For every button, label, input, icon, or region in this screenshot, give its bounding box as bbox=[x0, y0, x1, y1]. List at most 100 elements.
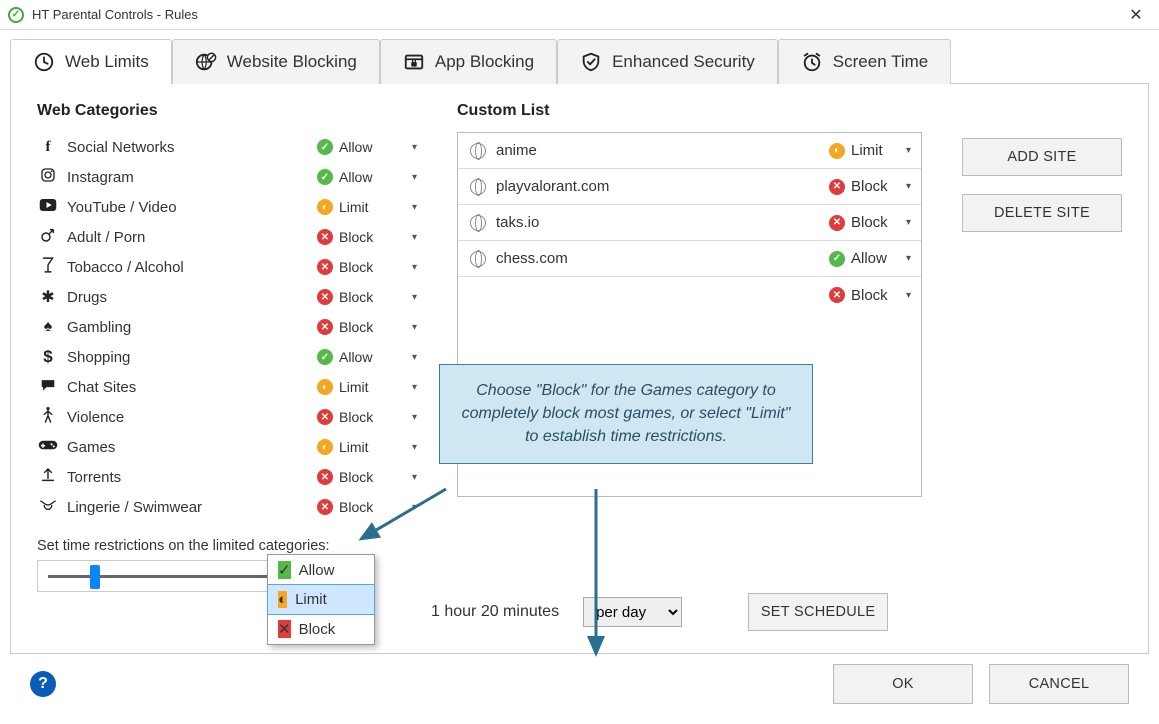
state-label: Block bbox=[851, 214, 888, 231]
block-icon: ✕ bbox=[829, 287, 845, 303]
alarm-icon bbox=[801, 51, 823, 73]
category-label: Gambling bbox=[59, 319, 317, 336]
tab-label: Enhanced Security bbox=[612, 52, 755, 72]
chevron-down-icon: ▾ bbox=[412, 412, 417, 423]
category-label: Drugs bbox=[59, 289, 317, 306]
ok-button[interactable]: OK bbox=[833, 664, 973, 704]
tab-web-limits[interactable]: Web Limits bbox=[10, 39, 172, 84]
tab-app-blocking[interactable]: App Blocking bbox=[380, 39, 557, 84]
custom-list-row[interactable]: taks.io✕Block▾ bbox=[458, 205, 921, 241]
alcohol-icon bbox=[37, 257, 59, 277]
state-label: Limit bbox=[339, 379, 369, 395]
dropdown-item-allow[interactable]: ✓Allow bbox=[268, 555, 374, 585]
block-icon: ✕ bbox=[317, 259, 333, 275]
shopping-icon: $ bbox=[37, 347, 59, 367]
category-state-dropdown[interactable]: ✓Allow▾ bbox=[317, 349, 417, 365]
globe-block-icon bbox=[195, 51, 217, 73]
site-state-dropdown[interactable]: ◐Limit▾ bbox=[829, 142, 911, 159]
category-label: YouTube / Video bbox=[59, 199, 317, 216]
category-row: Chat Sites◐ Limit ▾ bbox=[37, 372, 417, 402]
cancel-button[interactable]: CANCEL bbox=[989, 664, 1129, 704]
category-label: Social Networks bbox=[59, 139, 317, 156]
help-button[interactable]: ? bbox=[30, 671, 56, 697]
tab-label: App Blocking bbox=[435, 52, 534, 72]
limit-icon: ◐ bbox=[317, 199, 333, 215]
custom-list-row[interactable]: playvalorant.com✕Block▾ bbox=[458, 169, 921, 205]
category-label: Shopping bbox=[59, 349, 317, 366]
allow-icon: ✓ bbox=[317, 169, 333, 185]
chevron-down-icon: ▾ bbox=[412, 382, 417, 393]
category-list: fSocial Networks✓Allow▾Instagram✓Allow▾Y… bbox=[37, 132, 417, 522]
category-state-dropdown[interactable]: ◐ Limit ▾ bbox=[317, 379, 417, 395]
state-label: Allow bbox=[339, 349, 372, 365]
limit-icon: ◐ bbox=[278, 591, 287, 608]
category-row: $Shopping✓Allow▾ bbox=[37, 342, 417, 372]
torrents-icon bbox=[37, 467, 59, 487]
state-dropdown[interactable]: ✓Allow◐Limit✕Block bbox=[267, 554, 375, 645]
state-label: Limit bbox=[339, 199, 369, 215]
delete-site-button[interactable]: DELETE SITE bbox=[962, 194, 1122, 232]
limit-icon: ◐ bbox=[317, 379, 333, 395]
youtube-icon bbox=[37, 198, 59, 216]
category-row: ✱Drugs✕Block▾ bbox=[37, 282, 417, 312]
category-state-dropdown[interactable]: ◐Limit▾ bbox=[317, 439, 417, 455]
chevron-down-icon: ▾ bbox=[412, 202, 417, 213]
category-row: Instagram✓Allow▾ bbox=[37, 162, 417, 192]
site-state-dropdown[interactable]: ✓Allow▾ bbox=[829, 250, 911, 267]
custom-list-row[interactable]: anime◐Limit▾ bbox=[458, 133, 921, 169]
category-state-dropdown[interactable]: ✕Block▾ bbox=[317, 289, 417, 305]
site-state-dropdown[interactable]: ✕Block▾ bbox=[829, 178, 911, 195]
category-state-dropdown[interactable]: ◐ Limit ▾ bbox=[317, 199, 417, 215]
tab-content: Web Categories fSocial Networks✓Allow▾In… bbox=[10, 84, 1149, 654]
category-state-dropdown[interactable]: ✕Block▾ bbox=[317, 259, 417, 275]
category-label: Adult / Porn bbox=[59, 229, 317, 246]
category-row: Tobacco / Alcohol✕Block▾ bbox=[37, 252, 417, 282]
tab-enhanced-security[interactable]: Enhanced Security bbox=[557, 39, 778, 84]
facebook-icon: f bbox=[37, 138, 59, 156]
chevron-down-icon: ▾ bbox=[412, 322, 417, 333]
category-state-dropdown[interactable]: ✓Allow▾ bbox=[317, 169, 417, 185]
tab-website-blocking[interactable]: Website Blocking bbox=[172, 39, 380, 84]
category-label: Games bbox=[59, 439, 317, 456]
allow-icon: ✓ bbox=[278, 561, 291, 579]
allow-icon: ✓ bbox=[829, 251, 845, 267]
tab-label: Website Blocking bbox=[227, 52, 357, 72]
category-label: Violence bbox=[59, 409, 317, 426]
chevron-down-icon: ▾ bbox=[412, 472, 417, 483]
custom-list-row[interactable]: chess.com✓Allow▾ bbox=[458, 241, 921, 277]
category-state-dropdown[interactable]: ✓Allow▾ bbox=[317, 139, 417, 155]
category-row: Games◐Limit▾ bbox=[37, 432, 417, 462]
clock-icon bbox=[33, 51, 55, 73]
tab-label: Screen Time bbox=[833, 52, 928, 72]
drugs-icon: ✱ bbox=[37, 287, 59, 307]
callout-arrow-down bbox=[571, 489, 631, 664]
chevron-down-icon: ▾ bbox=[412, 142, 417, 153]
state-label: Block bbox=[339, 469, 373, 485]
set-schedule-button[interactable]: SET SCHEDULE bbox=[748, 593, 888, 631]
block-icon: ✕ bbox=[317, 319, 333, 335]
tab-screen-time[interactable]: Screen Time bbox=[778, 39, 951, 84]
site-state-dropdown[interactable]: ✕Block▾ bbox=[829, 287, 911, 304]
dropdown-item-block[interactable]: ✕Block bbox=[268, 614, 374, 644]
slider-thumb[interactable] bbox=[90, 565, 100, 589]
category-state-dropdown[interactable]: ✕Block▾ bbox=[317, 469, 417, 485]
dropdown-item-limit[interactable]: ◐Limit bbox=[267, 584, 375, 615]
state-label: Block bbox=[851, 178, 888, 195]
category-label: Chat Sites bbox=[59, 379, 317, 396]
block-icon: ✕ bbox=[829, 215, 845, 231]
custom-list-row[interactable]: ✕Block▾ bbox=[458, 277, 921, 313]
state-label: Allow bbox=[339, 139, 372, 155]
category-label: Instagram bbox=[59, 169, 317, 186]
add-site-button[interactable]: ADD SITE bbox=[962, 138, 1122, 176]
site-name: taks.io bbox=[496, 214, 829, 231]
lingerie-icon bbox=[37, 498, 59, 516]
state-label: Allow bbox=[851, 250, 887, 267]
site-name: anime bbox=[496, 142, 829, 159]
category-state-dropdown[interactable]: ✕Block▾ bbox=[317, 229, 417, 245]
close-button[interactable]: ✕ bbox=[1121, 5, 1151, 25]
category-state-dropdown[interactable]: ✕Block▾ bbox=[317, 319, 417, 335]
category-state-dropdown[interactable]: ✕Block▾ bbox=[317, 409, 417, 425]
web-categories-heading: Web Categories bbox=[37, 102, 417, 120]
window-title: HT Parental Controls - Rules bbox=[32, 7, 1121, 22]
site-state-dropdown[interactable]: ✕Block▾ bbox=[829, 214, 911, 231]
